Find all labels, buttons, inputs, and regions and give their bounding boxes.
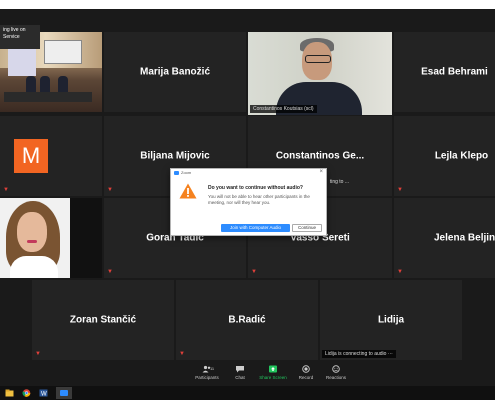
- chat-icon: [236, 366, 244, 373]
- participant-name-label: Constantinos Koutsias (scl): [250, 105, 317, 113]
- participant-tile-active-speaker[interactable]: Constantinos Koutsias (scl): [248, 32, 392, 115]
- windows-taskbar: W: [0, 386, 495, 400]
- muted-mic-icon: ▼: [3, 187, 9, 193]
- dialog-heading: Do you want to continue without audio?: [208, 185, 303, 191]
- muted-mic-icon: ▼: [107, 269, 113, 275]
- reactions-button[interactable]: Reactions: [316, 365, 356, 380]
- participant-name: Lidija: [377, 314, 405, 326]
- muted-mic-icon: ▼: [251, 269, 257, 275]
- connecting-label: ting to ...: [329, 179, 349, 185]
- dialog-body: You will not be able to hear other parti…: [208, 194, 310, 205]
- participant-tile[interactable]: Marija Banožić: [104, 32, 246, 112]
- participant-name: Lejla Klepo: [434, 150, 489, 162]
- dialog-titlebar: Zoom ×: [171, 169, 326, 177]
- audio-warning-dialog: Zoom × Do you want to continue without a…: [170, 168, 327, 236]
- word-icon[interactable]: W: [39, 389, 48, 397]
- participant-name: Marija Banožić: [139, 66, 211, 78]
- muted-mic-icon: ▼: [35, 351, 41, 357]
- chrome-icon[interactable]: [22, 389, 31, 397]
- record-icon: [302, 365, 310, 373]
- file-explorer-icon[interactable]: [5, 389, 14, 397]
- live-stream-notice: ing live on Service: [0, 25, 40, 49]
- participant-tile[interactable]: Esad Behrami: [394, 32, 495, 112]
- muted-mic-icon: ▼: [397, 269, 403, 275]
- live-notice-line-2: Service: [3, 34, 20, 40]
- participants-label: Participants: [195, 375, 219, 380]
- participant-name: Constantinos Ge...: [275, 150, 365, 162]
- reactions-label: Reactions: [325, 375, 346, 380]
- participant-tile[interactable]: Zoran Stančić ▼: [32, 280, 174, 360]
- avatar: M: [14, 139, 48, 173]
- connecting-label: Lidija is connecting to audio ···: [322, 350, 396, 358]
- participants-count: 11: [210, 366, 215, 371]
- muted-mic-icon: ▼: [397, 187, 403, 193]
- participant-tile[interactable]: B.Radić ▼: [176, 280, 318, 360]
- zoom-taskbar-icon[interactable]: [56, 387, 72, 399]
- chat-label: Chat: [235, 375, 245, 380]
- share-screen-label: Share Screen: [259, 375, 287, 380]
- share-screen-icon: [269, 365, 277, 373]
- continue-button[interactable]: Continue: [292, 224, 322, 232]
- muted-mic-icon: ▼: [107, 187, 113, 193]
- participant-name: Zoran Stančić: [69, 314, 137, 326]
- svg-text:W: W: [41, 391, 47, 397]
- video-feed: [248, 32, 392, 115]
- participant-tile-video-woman[interactable]: [0, 198, 102, 278]
- participant-name: B.Radić: [228, 314, 266, 326]
- close-icon[interactable]: ×: [319, 169, 323, 175]
- participant-name: Esad Behrami: [421, 66, 488, 78]
- participant-tile[interactable]: Lejla Klepo ▼: [394, 116, 495, 196]
- video-feed: [0, 198, 70, 278]
- participant-name: Biljana Mijovic: [140, 150, 210, 162]
- warning-icon: [179, 183, 197, 199]
- participant-tile[interactable]: Jelena Beljin ▼: [394, 198, 495, 278]
- zoom-meeting-window: Marija Banožić Constantinos Koutsias (sc…: [0, 9, 495, 386]
- participant-name: Jelena Beljin: [434, 232, 495, 244]
- reactions-icon: [332, 365, 340, 373]
- meeting-toolbar: 11 Participants Chat Share Screen Record: [0, 363, 495, 386]
- live-notice-line-1: ing live on: [3, 27, 26, 33]
- zoom-logo-icon: [174, 171, 179, 175]
- join-computer-audio-button[interactable]: Join with Computer Audio: [221, 224, 290, 232]
- participant-tile-avatar[interactable]: M ▼: [0, 116, 102, 196]
- muted-mic-icon: ▼: [179, 351, 185, 357]
- dialog-app-title: Zoom: [181, 170, 192, 175]
- record-label: Record: [298, 375, 314, 380]
- participant-tile[interactable]: Lidija Lidija is connecting to audio ···: [320, 280, 462, 360]
